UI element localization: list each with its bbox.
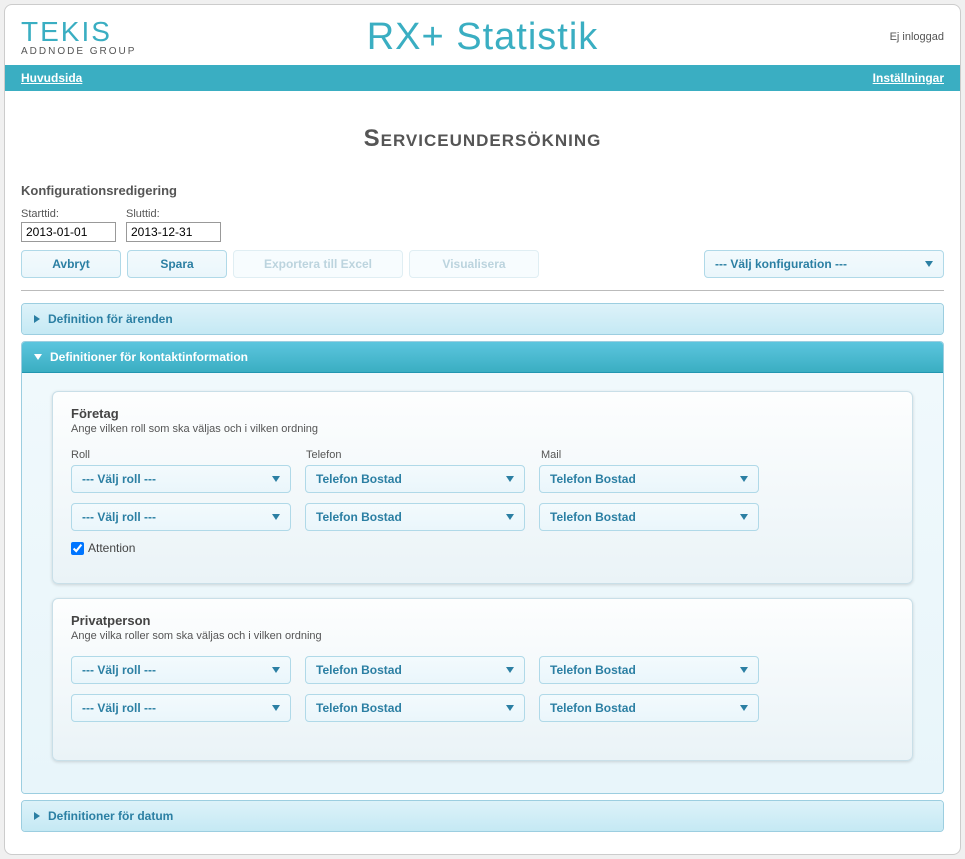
start-date-label: Starttid: <box>21 208 116 220</box>
nav-settings-link[interactable]: Inställningar <box>873 71 944 85</box>
company-role-value-1: --- Välj roll --- <box>82 510 156 524</box>
private-phone-select-0[interactable]: Telefon Bostad <box>305 656 525 684</box>
company-phone-select-1[interactable]: Telefon Bostad <box>305 503 525 531</box>
chevron-down-icon <box>740 667 748 673</box>
company-row-1: --- Välj roll --- Telefon Bostad Telefon… <box>71 503 894 531</box>
chevron-down-icon <box>272 667 280 673</box>
private-mail-select-1[interactable]: Telefon Bostad <box>539 694 759 722</box>
company-mail-select-1[interactable]: Telefon Bostad <box>539 503 759 531</box>
export-excel-button: Exportera till Excel <box>233 250 403 278</box>
company-mail-select-0[interactable]: Telefon Bostad <box>539 465 759 493</box>
company-title: Företag <box>71 406 894 421</box>
logo: TEKIS ADDNODE GROUP <box>21 18 136 57</box>
company-role-select-0[interactable]: --- Välj roll --- <box>71 465 291 493</box>
accordion-def-contact-body: Företag Ange vilken roll som ska väljas … <box>22 373 943 793</box>
chevron-down-icon <box>740 705 748 711</box>
company-mail-value-1: Telefon Bostad <box>550 510 636 524</box>
private-subtitle: Ange vilka roller som ska väljas och i v… <box>71 630 894 642</box>
nav-home-link[interactable]: Huvudsida <box>21 71 82 85</box>
visualize-button: Visualisera <box>409 250 539 278</box>
chevron-down-icon <box>506 476 514 482</box>
navbar: Huvudsida Inställningar <box>5 65 960 91</box>
accordion-def-contact-header[interactable]: Definitioner för kontaktinformation <box>22 342 943 373</box>
end-date-group: Sluttid: <box>126 208 221 242</box>
private-role-select-1[interactable]: --- Välj roll --- <box>71 694 291 722</box>
content: Serviceundersökning Konfigurationsredige… <box>5 91 960 854</box>
private-role-value-1: --- Välj roll --- <box>82 701 156 715</box>
divider <box>21 290 944 291</box>
toolbar: Avbryt Spara Exportera till Excel Visual… <box>21 250 944 278</box>
start-date-input[interactable] <box>21 222 116 242</box>
private-panel: Privatperson Ange vilka roller som ska v… <box>52 598 913 761</box>
login-status: Ej inloggad <box>890 31 944 43</box>
company-role-value-0: --- Välj roll --- <box>82 472 156 486</box>
chevron-down-icon <box>925 261 933 267</box>
chevron-down-icon <box>740 476 748 482</box>
private-mail-select-0[interactable]: Telefon Bostad <box>539 656 759 684</box>
attention-checkbox[interactable] <box>71 542 84 555</box>
private-role-value-0: --- Välj roll --- <box>82 663 156 677</box>
end-date-label: Sluttid: <box>126 208 221 220</box>
accordion-def-contact: Definitioner för kontaktinformation Före… <box>21 341 944 794</box>
accordion-def-cases: Definition för ärenden <box>21 303 944 335</box>
company-row-0: --- Välj roll --- Telefon Bostad Telefon… <box>71 465 894 493</box>
page-title: Serviceundersökning <box>21 125 944 153</box>
choose-config-select[interactable]: --- Välj konfiguration --- <box>704 250 944 278</box>
chevron-down-icon <box>272 476 280 482</box>
private-mail-value-0: Telefon Bostad <box>550 663 636 677</box>
end-date-input[interactable] <box>126 222 221 242</box>
app-window: TEKIS ADDNODE GROUP RX+ Statistik Ej inl… <box>4 4 961 855</box>
private-phone-value-1: Telefon Bostad <box>316 701 402 715</box>
company-phone-value-1: Telefon Bostad <box>316 510 402 524</box>
company-role-select-1[interactable]: --- Välj roll --- <box>71 503 291 531</box>
app-title: RX+ Statistik <box>5 16 960 59</box>
header: TEKIS ADDNODE GROUP RX+ Statistik Ej inl… <box>5 5 960 65</box>
private-mail-value-1: Telefon Bostad <box>550 701 636 715</box>
label-mail: Mail <box>541 449 776 461</box>
chevron-down-icon <box>272 514 280 520</box>
config-heading: Konfigurationsredigering <box>21 183 944 198</box>
attention-label: Attention <box>88 541 135 555</box>
logo-text-bottom: ADDNODE GROUP <box>21 46 136 57</box>
logo-text-top: TEKIS <box>21 18 136 46</box>
triangle-right-icon <box>34 812 40 820</box>
accordion-def-cases-header[interactable]: Definition för ärenden <box>22 304 943 334</box>
start-date-group: Starttid: <box>21 208 116 242</box>
chevron-down-icon <box>272 705 280 711</box>
cancel-button[interactable]: Avbryt <box>21 250 121 278</box>
private-phone-select-1[interactable]: Telefon Bostad <box>305 694 525 722</box>
accordion-def-date-label: Definitioner för datum <box>48 809 173 823</box>
company-column-labels: Roll Telefon Mail <box>71 449 894 461</box>
private-phone-value-0: Telefon Bostad <box>316 663 402 677</box>
company-phone-select-0[interactable]: Telefon Bostad <box>305 465 525 493</box>
accordion-def-date-header[interactable]: Definitioner för datum <box>22 801 943 831</box>
label-role: Roll <box>71 449 306 461</box>
chevron-down-icon <box>506 705 514 711</box>
company-panel: Företag Ange vilken roll som ska väljas … <box>52 391 913 584</box>
date-row: Starttid: Sluttid: <box>21 208 944 242</box>
private-row-0: --- Välj roll --- Telefon Bostad Telefon… <box>71 656 894 684</box>
accordion-def-cases-label: Definition för ärenden <box>48 312 173 326</box>
chevron-down-icon <box>740 514 748 520</box>
chevron-down-icon <box>506 667 514 673</box>
choose-config-label: --- Välj konfiguration --- <box>715 257 847 271</box>
private-role-select-0[interactable]: --- Välj roll --- <box>71 656 291 684</box>
triangle-right-icon <box>34 315 40 323</box>
private-row-1: --- Välj roll --- Telefon Bostad Telefon… <box>71 694 894 722</box>
triangle-down-icon <box>34 354 42 360</box>
label-phone: Telefon <box>306 449 541 461</box>
chevron-down-icon <box>506 514 514 520</box>
company-subtitle: Ange vilken roll som ska väljas och i vi… <box>71 423 894 435</box>
private-title: Privatperson <box>71 613 894 628</box>
accordion-def-date: Definitioner för datum <box>21 800 944 832</box>
attention-checkbox-row: Attention <box>71 541 894 555</box>
accordion-def-contact-label: Definitioner för kontaktinformation <box>50 350 248 364</box>
company-mail-value-0: Telefon Bostad <box>550 472 636 486</box>
company-phone-value-0: Telefon Bostad <box>316 472 402 486</box>
save-button[interactable]: Spara <box>127 250 227 278</box>
